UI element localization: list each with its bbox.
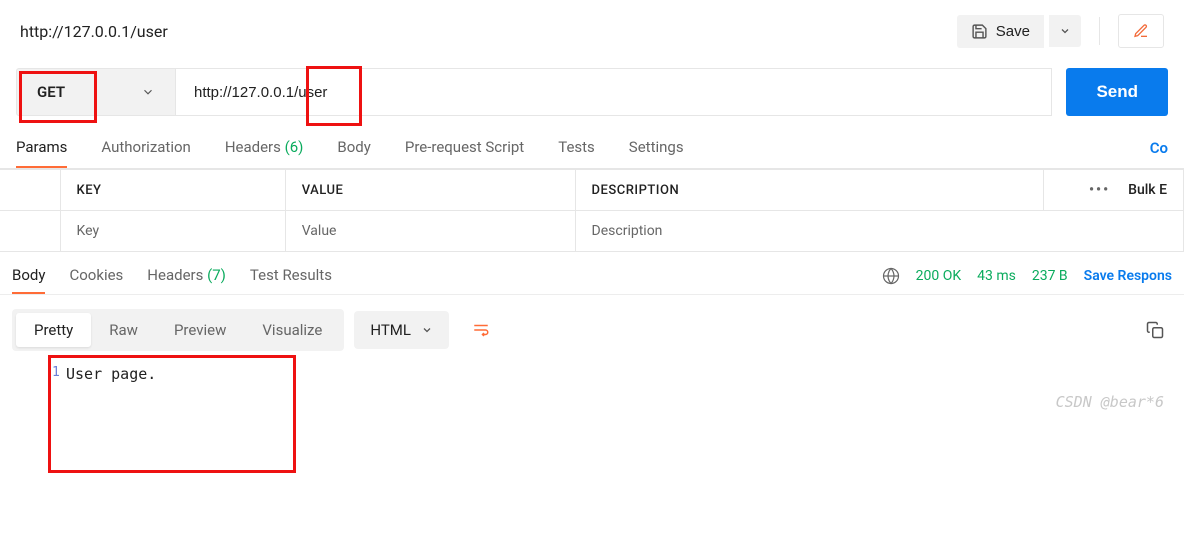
copy-icon[interactable]: [1138, 313, 1172, 347]
tab-headers-label: Headers: [225, 138, 281, 156]
seg-visualize[interactable]: Visualize: [244, 313, 340, 347]
kv-value-header: VALUE: [285, 170, 575, 211]
table-row: Key Value Description: [0, 211, 1184, 252]
chevron-down-icon: [421, 324, 433, 336]
tab-settings[interactable]: Settings: [629, 138, 684, 168]
edit-button[interactable]: [1118, 14, 1164, 48]
pencil-icon: [1133, 23, 1149, 39]
save-dropdown-button[interactable]: [1049, 15, 1081, 47]
tab-headers-count: (6): [285, 138, 304, 156]
cookies-link[interactable]: Co: [1150, 139, 1168, 167]
save-response-link[interactable]: Save Respons: [1084, 268, 1172, 284]
status-code: 200 OK: [916, 268, 962, 284]
save-button[interactable]: Save: [957, 15, 1044, 48]
line-number: 1: [52, 365, 60, 380]
resp-tab-headers[interactable]: Headers (7): [147, 266, 226, 294]
send-button[interactable]: Send: [1066, 68, 1168, 116]
tab-authorization[interactable]: Authorization: [101, 138, 190, 168]
globe-icon[interactable]: [882, 267, 900, 285]
save-icon: [971, 23, 988, 40]
kv-key-header: KEY: [60, 170, 285, 211]
resp-tab-headers-label: Headers: [147, 266, 203, 284]
description-input[interactable]: Description: [575, 211, 1183, 252]
response-body: 1 User page. CSDN @bear*6: [0, 359, 1184, 423]
format-label: HTML: [370, 321, 411, 339]
method-select[interactable]: GET: [16, 68, 176, 116]
chevron-down-icon: [141, 85, 155, 99]
top-actions: Save: [957, 14, 1164, 48]
response-tabs: Body Cookies Headers (7) Test Results 20…: [0, 252, 1184, 295]
view-mode-segments: Pretty Raw Preview Visualize: [12, 309, 344, 351]
resp-tab-cookies[interactable]: Cookies: [69, 266, 123, 294]
request-title: http://127.0.0.1/user: [20, 22, 168, 41]
resp-tab-headers-count: (7): [207, 266, 226, 284]
format-select[interactable]: HTML: [354, 311, 449, 349]
method-label: GET: [37, 83, 65, 101]
watermark: CSDN @bear*6: [1056, 393, 1164, 411]
tab-body[interactable]: Body: [337, 138, 370, 168]
wrap-lines-icon[interactable]: [459, 311, 503, 349]
params-table: KEY VALUE DESCRIPTION ••• Bulk E Key Val…: [0, 169, 1184, 252]
seg-preview[interactable]: Preview: [156, 313, 244, 347]
resp-tab-testresults[interactable]: Test Results: [250, 266, 332, 294]
status-size: 237 B: [1032, 268, 1068, 284]
request-tabs: Params Authorization Headers (6) Body Pr…: [0, 116, 1184, 169]
seg-raw[interactable]: Raw: [91, 313, 156, 347]
status-time: 43 ms: [977, 268, 1016, 284]
divider-vertical: [1099, 17, 1100, 45]
key-input[interactable]: Key: [60, 211, 285, 252]
chevron-down-icon: [1059, 25, 1071, 37]
response-content: User page.: [48, 363, 1172, 383]
seg-pretty[interactable]: Pretty: [16, 313, 91, 347]
value-input[interactable]: Value: [285, 211, 575, 252]
kv-desc-header: DESCRIPTION: [575, 170, 1043, 211]
more-options-icon[interactable]: •••: [1089, 182, 1110, 198]
viewer-bar: Pretty Raw Preview Visualize HTML: [0, 295, 1184, 359]
tab-headers[interactable]: Headers (6): [225, 138, 304, 168]
tab-tests[interactable]: Tests: [558, 138, 595, 168]
save-label: Save: [996, 23, 1030, 40]
tab-params[interactable]: Params: [16, 138, 67, 168]
url-input[interactable]: [176, 68, 1052, 116]
tab-prerequest[interactable]: Pre-request Script: [405, 138, 524, 168]
resp-tab-body[interactable]: Body: [12, 266, 45, 294]
bulk-edit-link[interactable]: Bulk E: [1128, 182, 1167, 198]
